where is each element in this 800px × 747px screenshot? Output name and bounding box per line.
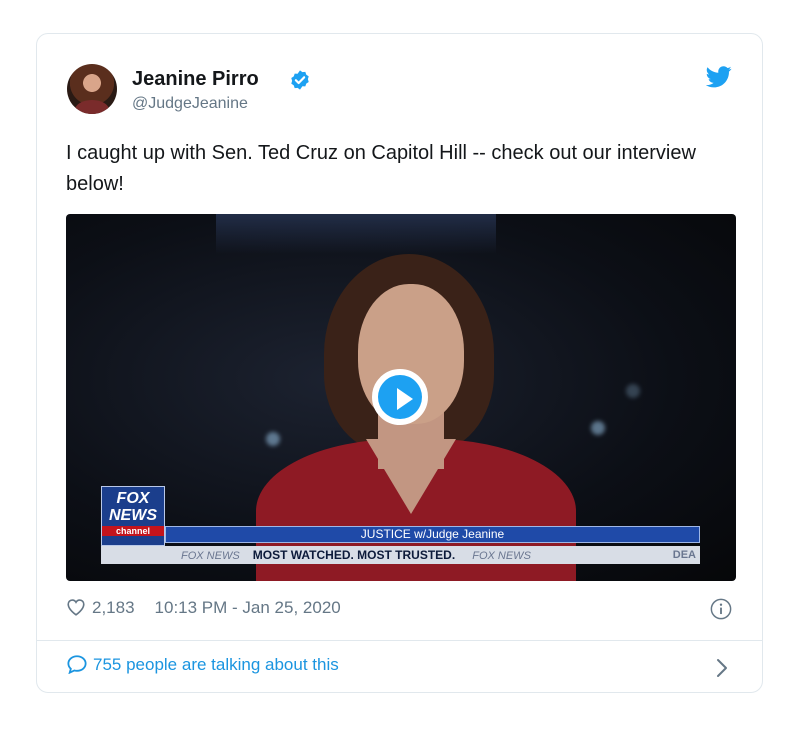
news-ticker: FOX NEWS MOST WATCHED. MOST TRUSTED. FOX… bbox=[101, 546, 700, 564]
ticker-brand: FOX NEWS bbox=[181, 550, 240, 562]
comment-bubble-icon bbox=[67, 655, 87, 674]
verified-badge-icon bbox=[291, 70, 309, 90]
show-lower-third: JUSTICE w/Judge Jeanine bbox=[165, 526, 700, 543]
studio-light bbox=[591, 421, 605, 435]
play-button[interactable] bbox=[372, 369, 428, 425]
studio-light bbox=[626, 384, 640, 398]
anchor-neckline bbox=[366, 439, 456, 514]
like-count[interactable]: 2,183 bbox=[92, 598, 135, 617]
heart-icon[interactable] bbox=[66, 598, 86, 616]
chevron-right-icon[interactable] bbox=[716, 658, 728, 678]
studio-light bbox=[266, 432, 280, 446]
studio-light-glow bbox=[216, 214, 496, 254]
ticker-tail: DEA bbox=[672, 549, 696, 561]
author-handle[interactable]: @JudgeJeanine bbox=[132, 95, 248, 113]
conversation-link[interactable]: 755 people are talking about this bbox=[66, 654, 339, 675]
info-icon[interactable] bbox=[710, 598, 732, 620]
tweet-text: I caught up with Sen. Ted Cruz on Capito… bbox=[66, 142, 696, 195]
twitter-bird-icon[interactable] bbox=[706, 66, 732, 88]
tweet-timestamp[interactable]: 10:13 PM - Jan 25, 2020 bbox=[155, 598, 341, 617]
video-player[interactable]: FOX NEWS channel JUSTICE w/Judge Jeanine… bbox=[66, 214, 736, 581]
logo-line-news: NEWS bbox=[109, 507, 157, 524]
author-name[interactable]: Jeanine Pirro bbox=[132, 68, 259, 91]
avatar-shoulders bbox=[75, 100, 109, 114]
logo-line-fox: FOX bbox=[116, 490, 150, 507]
ticker-slogan: MOST WATCHED. MOST TRUSTED. bbox=[252, 548, 456, 562]
ticker-brand-2: FOX NEWS bbox=[472, 550, 531, 562]
tweet-card[interactable]: Jeanine Pirro @JudgeJeanine I caught up … bbox=[36, 33, 763, 693]
author-avatar[interactable] bbox=[67, 64, 117, 114]
card-divider bbox=[37, 640, 762, 641]
play-icon bbox=[378, 375, 422, 419]
fox-news-logo: FOX NEWS channel bbox=[101, 486, 165, 546]
conversation-text[interactable]: 755 people are talking about this bbox=[93, 655, 339, 674]
tweet-meta: 2,183 10:13 PM - Jan 25, 2020 bbox=[66, 598, 341, 618]
logo-line-channel: channel bbox=[102, 526, 164, 536]
